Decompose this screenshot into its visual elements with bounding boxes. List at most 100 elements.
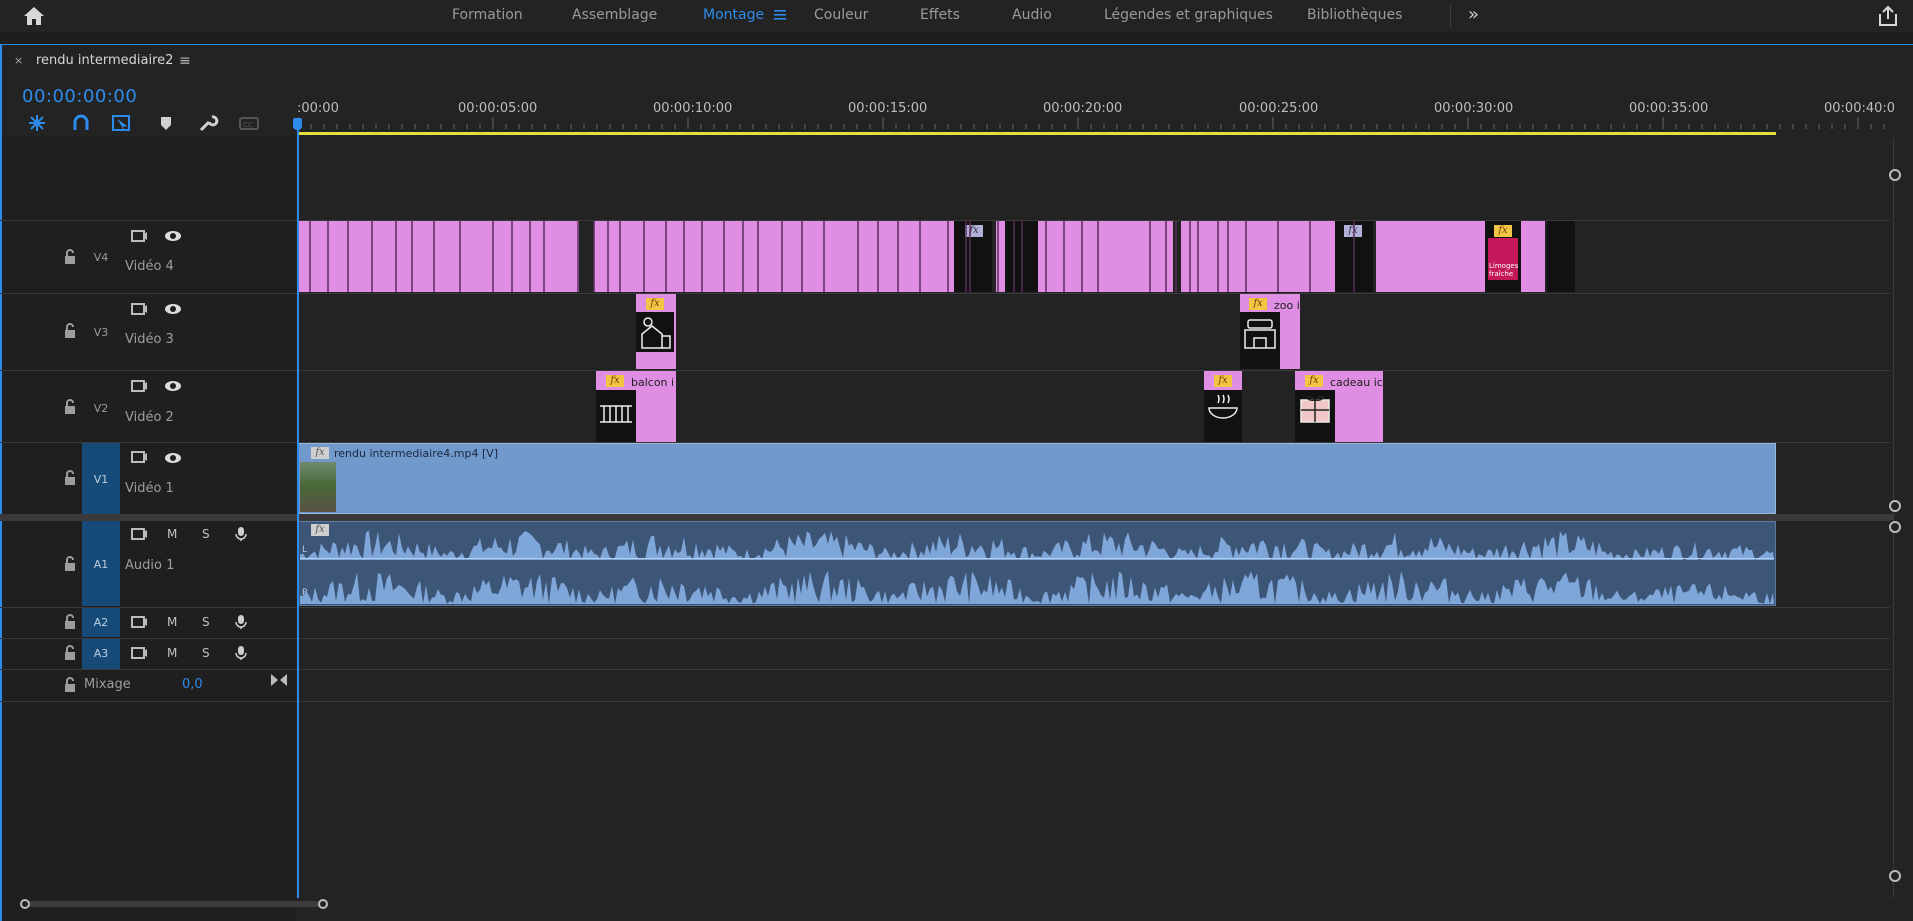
track-a2	[0, 607, 1890, 638]
mute-button[interactable]: M	[167, 527, 177, 541]
track-target-v2[interactable]: V2	[82, 371, 120, 442]
eye-icon[interactable]	[164, 378, 182, 394]
tab-effets[interactable]: Effets	[920, 7, 960, 23]
house-sun-icon	[641, 317, 671, 349]
sync-lock-icon[interactable]	[130, 614, 148, 630]
solo-button[interactable]: S	[202, 527, 210, 541]
track-target-v4[interactable]: V4	[82, 221, 120, 292]
eye-icon[interactable]	[164, 301, 182, 317]
tab-formation[interactable]: Formation	[452, 7, 523, 23]
ruler-label: 00:00:25:00	[1239, 101, 1319, 116]
sync-lock-icon[interactable]	[130, 645, 148, 661]
volume-rubberband[interactable]	[300, 558, 1774, 559]
lock-icon[interactable]	[63, 249, 77, 265]
lock-icon[interactable]	[63, 323, 77, 339]
lock-icon[interactable]	[63, 677, 77, 693]
lock-icon[interactable]	[63, 470, 77, 486]
ruler-label: 00:00:40:0	[1824, 101, 1896, 116]
gift-icon	[1300, 395, 1330, 423]
workspace-menu-icon[interactable]	[774, 9, 786, 21]
vertical-scrollbar[interactable]	[1893, 138, 1894, 898]
eye-icon[interactable]	[164, 450, 182, 466]
mute-button[interactable]: M	[167, 646, 177, 660]
insert-overwrite-icon[interactable]	[110, 112, 132, 134]
playhead-timecode[interactable]: 00:00:00:00	[22, 86, 137, 107]
track-end	[0, 701, 1890, 703]
ruler-label: 00:00:15:00	[848, 101, 928, 116]
mute-button[interactable]: M	[167, 615, 177, 629]
captions-icon[interactable]: CC	[238, 112, 260, 134]
fx-badge: fx	[1249, 298, 1267, 310]
track-name: Vidéo 2	[125, 410, 174, 425]
tab-legendes-graphiques[interactable]: Légendes et graphiques	[1104, 7, 1273, 23]
audio-waveform-right	[300, 570, 1774, 604]
scroll-handle[interactable]	[1889, 521, 1901, 533]
scroll-handle-left[interactable]	[20, 899, 30, 909]
scroll-handle[interactable]	[1889, 169, 1901, 181]
lock-icon[interactable]	[63, 645, 77, 661]
track-target-a1[interactable]: A1	[82, 521, 120, 606]
track-v3	[0, 293, 1890, 370]
sync-lock-icon[interactable]	[130, 378, 148, 394]
eye-icon[interactable]	[164, 228, 182, 244]
sync-lock-icon[interactable]	[130, 228, 148, 244]
clip-label: rendu intermediaire4.mp4 [V]	[334, 447, 499, 460]
clip-thumbnail	[300, 462, 336, 512]
close-sequence-icon[interactable]: ×	[14, 54, 23, 67]
playhead-handle[interactable]	[293, 118, 302, 130]
ruler-ticks	[298, 117, 1885, 129]
panel-menu-icon[interactable]: ≡	[179, 53, 191, 69]
solo-button[interactable]: S	[202, 615, 210, 629]
track-name: Vidéo 4	[125, 259, 174, 274]
lock-icon[interactable]	[63, 556, 77, 572]
marker-icon[interactable]	[155, 112, 177, 134]
microphone-icon[interactable]	[232, 645, 250, 661]
svg-text:CC: CC	[243, 121, 253, 129]
horizontal-scrollbar[interactable]	[22, 901, 324, 907]
scroll-handle[interactable]	[1889, 500, 1901, 512]
fx-badge: fx	[606, 375, 624, 387]
fx-badge: fx	[1305, 375, 1323, 387]
sync-lock-icon[interactable]	[130, 449, 148, 465]
work-area-bar[interactable]	[298, 132, 1776, 135]
tab-couleur[interactable]: Couleur	[814, 7, 868, 23]
track-target-a3[interactable]: A3	[82, 639, 120, 669]
clip-label: zoo i	[1274, 299, 1300, 312]
wrench-icon[interactable]	[197, 112, 219, 134]
linked-selection-icon[interactable]	[70, 112, 92, 134]
microphone-icon[interactable]	[232, 526, 250, 542]
tab-audio[interactable]: Audio	[1012, 7, 1052, 23]
home-icon[interactable]	[22, 5, 46, 27]
tab-montage[interactable]: Montage	[703, 7, 764, 23]
clip-boundaries	[309, 221, 1355, 292]
mix-value[interactable]: 0,0	[182, 677, 203, 692]
track-target-v1[interactable]: V1	[82, 443, 120, 514]
food-icon	[1208, 394, 1238, 419]
tab-assemblage[interactable]: Assemblage	[572, 7, 657, 23]
track-target-v3[interactable]: V3	[82, 294, 120, 369]
microphone-icon[interactable]	[232, 614, 250, 630]
snap-icon[interactable]	[26, 112, 48, 134]
lock-icon[interactable]	[63, 399, 77, 415]
playhead-line[interactable]	[297, 118, 299, 898]
more-workspaces-icon[interactable]: »	[1468, 4, 1479, 25]
track-name: Audio 1	[125, 558, 175, 573]
solo-button[interactable]: S	[202, 646, 210, 660]
collapse-mix-icon[interactable]	[270, 673, 288, 687]
sequence-tab-title[interactable]: rendu intermediaire2	[36, 53, 173, 68]
track-target-a2[interactable]: A2	[82, 608, 120, 637]
scroll-handle-right[interactable]	[318, 899, 328, 909]
ruler-label: :00:00	[297, 101, 339, 116]
sync-lock-icon[interactable]	[130, 526, 148, 542]
scroll-handle[interactable]	[1889, 870, 1901, 882]
sync-lock-icon[interactable]	[130, 301, 148, 317]
lock-icon[interactable]	[63, 614, 77, 630]
track-v2	[0, 370, 1890, 443]
clip-label: balcon i	[631, 376, 675, 389]
track-name: Vidéo 3	[125, 332, 174, 347]
workspace-divider	[1450, 4, 1451, 28]
tab-bibliotheques[interactable]: Bibliothèques	[1307, 7, 1402, 23]
video-clip[interactable]	[298, 443, 1776, 514]
share-icon[interactable]	[1877, 5, 1899, 27]
zoo-icon	[1244, 319, 1276, 349]
